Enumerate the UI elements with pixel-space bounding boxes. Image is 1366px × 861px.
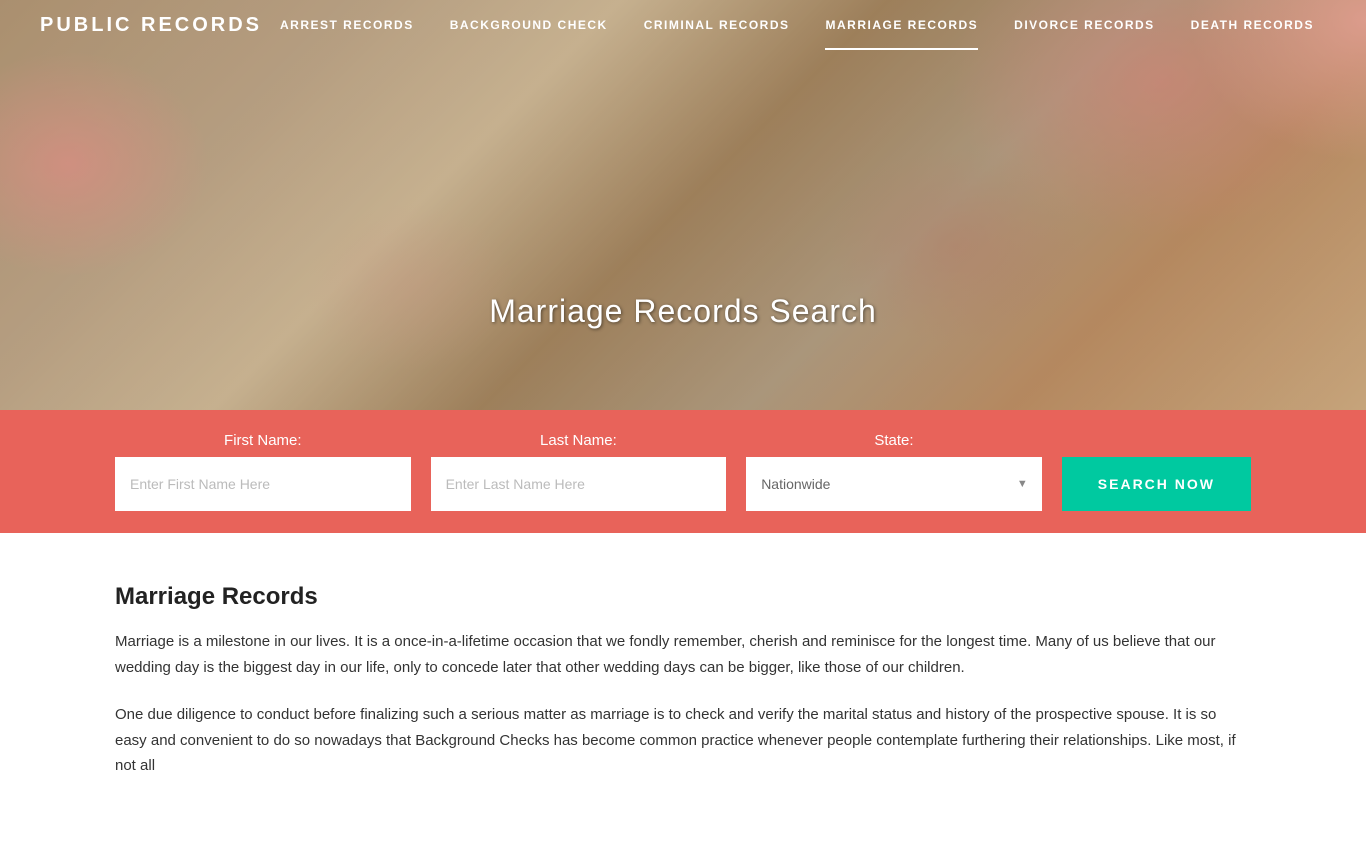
first-name-input[interactable] [115,457,411,511]
hero-section: Marriage Records Search [0,0,1366,410]
content-paragraph-2: One due diligence to conduct before fina… [115,702,1251,779]
search-section: First Name: Last Name: State: Nationwide… [0,410,1366,533]
first-name-field: First Name: [115,432,411,511]
nav-item-background-check[interactable]: BACKGROUND CHECK [432,0,626,50]
nav-item-criminal-records[interactable]: CRIMINAL RECORDS [626,0,808,50]
nav-item-marriage-records[interactable]: MARRIAGE RECORDS [807,0,996,50]
site-header: PUBLIC RECORDS ARREST RECORDSBACKGROUND … [0,0,1366,50]
state-select[interactable]: NationwideAlabamaAlaskaArizonaArkansasCa… [746,457,1042,511]
content-heading: Marriage Records [115,583,1251,611]
site-logo: PUBLIC RECORDS [40,14,262,37]
search-button[interactable]: SEARCH NOW [1062,457,1251,511]
last-name-input[interactable] [431,457,727,511]
state-select-wrapper: NationwideAlabamaAlaskaArizonaArkansasCa… [746,457,1042,511]
content-section: Marriage Records Marriage is a milestone… [0,533,1366,861]
main-nav: ARREST RECORDSBACKGROUND CHECKCRIMINAL R… [262,0,1332,50]
last-name-field: Last Name: [431,432,727,511]
last-name-label: Last Name: [431,432,727,449]
content-paragraph-1: Marriage is a milestone in our lives. It… [115,629,1251,680]
state-field: State: NationwideAlabamaAlaskaArizonaArk… [746,432,1042,511]
hero-title: Marriage Records Search [489,293,877,330]
first-name-label: First Name: [115,432,411,449]
nav-item-arrest-records[interactable]: ARREST RECORDS [262,0,432,50]
nav-item-divorce-records[interactable]: DIVORCE RECORDS [996,0,1173,50]
state-label: State: [746,432,1042,449]
hero-background: Marriage Records Search [0,0,1366,410]
nav-item-death-records[interactable]: DEATH RECORDS [1173,0,1332,50]
